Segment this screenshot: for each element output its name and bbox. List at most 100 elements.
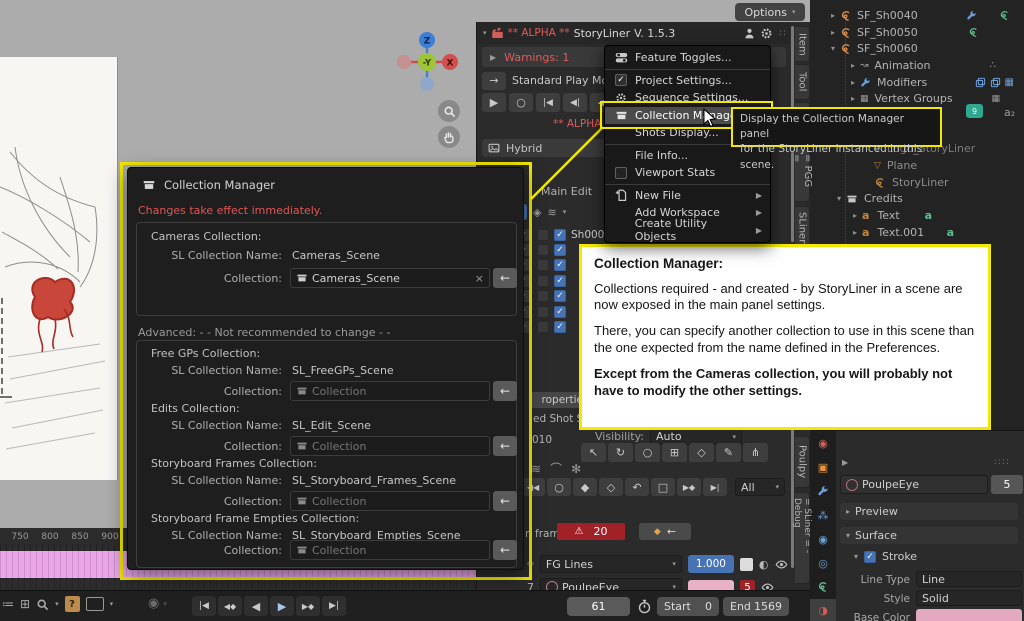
stopwatch-icon[interactable] bbox=[637, 599, 652, 614]
square-button[interactable]: □ bbox=[651, 478, 675, 496]
surface-section-header[interactable]: ▾ Surface bbox=[840, 527, 1018, 544]
start-frame-field[interactable]: Start 0 bbox=[657, 597, 719, 616]
collection-input[interactable]: Collection bbox=[290, 491, 490, 511]
tab-physics-icon[interactable]: ◉ bbox=[810, 529, 836, 549]
empty-tool-button[interactable]: ◇ bbox=[689, 443, 714, 462]
record-button[interactable]: ○ bbox=[509, 93, 533, 112]
tab-poulpy[interactable]: Poulpy bbox=[795, 436, 810, 488]
cameras-collection-input[interactable]: Cameras_Scene × bbox=[290, 268, 490, 288]
expand-icon[interactable]: ▸ bbox=[846, 94, 860, 103]
viewport-zoom-button[interactable] bbox=[438, 100, 460, 122]
prev-key-button[interactable]: ◀| bbox=[563, 93, 587, 112]
next-keyframe-button[interactable]: ▶◆ bbox=[296, 596, 320, 616]
swatch-checkbox[interactable] bbox=[537, 229, 549, 241]
view-gizmo[interactable]: Z X -Y bbox=[396, 30, 460, 96]
play-small-button[interactable]: ▶ bbox=[482, 93, 506, 112]
style-dropdown[interactable]: Solid bbox=[916, 590, 1022, 606]
swatch-enabled-checkbox[interactable]: ✓ bbox=[554, 259, 566, 271]
white-swatch[interactable] bbox=[740, 558, 753, 571]
gear-icon[interactable] bbox=[760, 27, 773, 40]
jump-end-button[interactable]: ▶| bbox=[322, 596, 346, 616]
prev-keyframe-button[interactable]: ◀◆ bbox=[218, 596, 242, 616]
help-book-icon[interactable]: ? bbox=[65, 596, 80, 612]
material-users-field[interactable]: 5 bbox=[991, 475, 1023, 494]
diamond-icon[interactable]: ◈ bbox=[533, 206, 541, 219]
outliner-row[interactable]: ▸ SF_Sh0050 bbox=[810, 24, 1024, 41]
editor-list-icon[interactable]: ≔ bbox=[2, 597, 14, 611]
swatch-enabled-checkbox[interactable]: ✓ bbox=[554, 306, 566, 318]
expand-icon[interactable]: ▸ bbox=[826, 28, 840, 37]
tab-constraints-icon[interactable]: ◎ bbox=[810, 553, 836, 573]
arc-icon[interactable]: ⌒ bbox=[550, 460, 562, 477]
window-icon[interactable] bbox=[86, 597, 104, 611]
menu-item-create-utility-objects[interactable]: Create Utility Objects ▶ bbox=[605, 222, 770, 240]
goto-key-button[interactable]: ◆ ← bbox=[639, 523, 691, 540]
select-tool-button[interactable]: ↖ bbox=[581, 443, 606, 462]
panel-collapse-icon[interactable]: ▾ bbox=[483, 29, 487, 37]
tab-render-icon[interactable]: ◉ bbox=[810, 433, 836, 453]
expand-icon[interactable]: ▸ bbox=[848, 211, 862, 220]
tab-object-icon[interactable]: ▣ bbox=[810, 457, 836, 477]
circle-tool-button[interactable]: ○ bbox=[635, 443, 660, 462]
menu-item-feature-toggles[interactable]: Feature Toggles... bbox=[605, 49, 770, 67]
onion-skin-icon[interactable]: ≋ bbox=[531, 462, 541, 476]
expand-icon[interactable]: ▸ bbox=[846, 61, 860, 70]
jump-start-button[interactable]: |◀ bbox=[536, 93, 560, 112]
end-frame-field[interactable]: End 1569 bbox=[723, 597, 789, 616]
tools-button[interactable]: ⋔ bbox=[743, 443, 768, 462]
tab-sliner-debug[interactable]: = SLiner = - Debug bbox=[795, 492, 810, 584]
base-color-swatch[interactable] bbox=[916, 609, 1022, 621]
swatch-enabled-checkbox[interactable]: ✓ bbox=[554, 229, 566, 241]
restore-collection-button[interactable]: ← bbox=[493, 268, 517, 288]
options-button[interactable]: Options▾ bbox=[735, 3, 805, 21]
next-key-button[interactable]: ▶◆ bbox=[677, 478, 701, 496]
drag-dots-icon[interactable]: :::: bbox=[994, 457, 1010, 467]
outliner-row[interactable]: ▸ ↝ Animation ∴ bbox=[810, 57, 1024, 74]
magnifier-icon[interactable] bbox=[36, 598, 49, 611]
eyedropper-tool-button[interactable]: ✎ bbox=[716, 443, 741, 462]
play-reverse-button[interactable]: ◀ bbox=[244, 596, 268, 616]
clear-icon[interactable]: × bbox=[475, 272, 484, 285]
play-button[interactable]: ▶ bbox=[270, 596, 294, 616]
eye-icon[interactable] bbox=[775, 558, 788, 571]
swatch-enabled-checkbox[interactable]: ✓ bbox=[554, 290, 566, 302]
collection-input[interactable]: Collection bbox=[290, 436, 490, 456]
swatch-checkbox[interactable] bbox=[537, 275, 549, 287]
chevron-down-icon[interactable]: ▾ bbox=[110, 600, 114, 608]
grid-tool-button[interactable]: ⊞ bbox=[662, 443, 687, 462]
collapse-icon[interactable]: ▾ bbox=[832, 194, 846, 203]
current-frame-field[interactable]: 61 bbox=[567, 597, 630, 616]
hybrid-row[interactable]: Hybrid bbox=[482, 139, 614, 157]
refresh-tool-button[interactable]: ↻ bbox=[608, 443, 633, 462]
tab-tool[interactable]: Tool bbox=[795, 64, 810, 100]
jump-end-button[interactable]: ▶| bbox=[703, 478, 727, 496]
collapse-icon[interactable]: ▾ bbox=[854, 552, 858, 561]
expand-icon[interactable]: ▸ bbox=[848, 228, 862, 237]
prev-mode-button[interactable]: → bbox=[482, 72, 506, 90]
snowflake-icon[interactable]: ✻ bbox=[571, 462, 581, 476]
tab-modifiers-icon[interactable] bbox=[810, 481, 836, 501]
swatch-enabled-checkbox[interactable]: ✓ bbox=[554, 275, 566, 287]
outliner-row[interactable]: StoryLiner bbox=[810, 174, 1024, 191]
outliner-row[interactable]: ▸ Modifiers ▦ bbox=[810, 74, 1024, 91]
swatch-enabled-checkbox[interactable]: ✓ bbox=[554, 244, 566, 256]
undo-button[interactable]: ↶ bbox=[625, 478, 649, 496]
swatch-checkbox[interactable] bbox=[537, 306, 549, 318]
swatch-checkbox[interactable] bbox=[537, 321, 549, 333]
key-outline-button[interactable]: ◇ bbox=[599, 478, 623, 496]
tab-effects-icon[interactable]: ⁂ bbox=[810, 505, 836, 525]
jump-start-button[interactable]: |◀ bbox=[192, 596, 216, 616]
swatch-checkbox[interactable] bbox=[537, 259, 549, 271]
filter-all-dropdown[interactable]: All▾ bbox=[735, 478, 785, 496]
chevron-down-icon[interactable]: ▾ bbox=[163, 600, 167, 608]
grid-select-icon[interactable]: ⊞ bbox=[20, 597, 30, 611]
expand-icon[interactable]: ▸ bbox=[846, 78, 860, 87]
expand-icon[interactable]: ▸ bbox=[826, 11, 840, 20]
record-icon[interactable]: ◉ bbox=[148, 596, 159, 611]
chevron-down-icon[interactable]: ▾ bbox=[563, 208, 567, 216]
outliner-row[interactable]: ▾ SF_Sh0060 bbox=[810, 40, 1024, 57]
drag-dots-icon[interactable]: :: bbox=[779, 28, 787, 38]
stroke-checkbox[interactable]: ✓ bbox=[864, 551, 876, 563]
opacity-slider[interactable]: 1.000 bbox=[688, 555, 734, 573]
menu-item-project-settings[interactable]: ✓ Project Settings... bbox=[605, 72, 770, 90]
